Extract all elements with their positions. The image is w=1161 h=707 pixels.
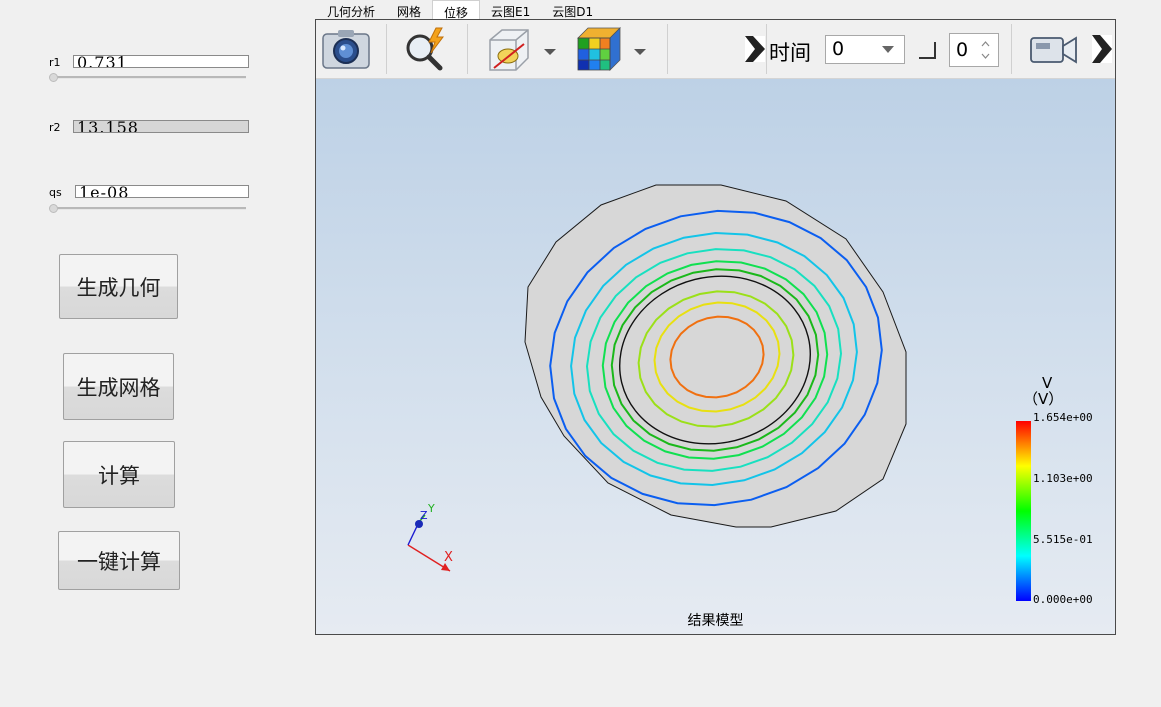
legend-title-unit: （V） [1023,390,1064,408]
viewer-footer-caption: 结果模型 [687,613,744,629]
step-bracket-icon [917,40,937,64]
model-domain [524,184,907,528]
legend-tick-high: 1.103e+00 [1033,472,1093,485]
chevron-down-icon [882,46,894,53]
step-spinbox[interactable]: 0 [949,33,999,67]
time-select-value: 0 [832,38,845,60]
quick-search-icon[interactable] [402,26,450,76]
camera-video-icon[interactable] [1030,34,1078,70]
tab-contour-d1[interactable]: 云图D1 [541,0,604,20]
qs-input[interactable]: 1e-08 [75,185,249,198]
color-legend-bar [1016,421,1031,601]
tab-geometry-analysis[interactable]: 几何分析 [316,0,386,20]
legend-title: V （V） [1023,374,1067,407]
r2-input: 13.158 [73,120,249,133]
qs-slider-track[interactable] [52,207,246,210]
colormap-dropdown-icon[interactable] [633,42,647,61]
tab-contour-e1[interactable]: 云图E1 [480,0,541,20]
qs-slider-handle[interactable] [49,204,58,213]
camera-icon[interactable] [322,28,370,74]
viewer-toolbar: 时间 0 0 [316,20,1115,79]
axis-y-label: Y [427,502,435,515]
step-spinbox-value: 0 [956,39,969,61]
colormap-cube-icon[interactable] [576,26,622,76]
r1-slider-handle[interactable] [49,73,58,82]
render-canvas[interactable]: X Y Z V （V） 1.654e+00 1.103e+00 5.515e-0… [316,79,1115,634]
spin-arrows-icon[interactable] [981,40,990,60]
toolbar-scroll-left-icon[interactable] [745,36,765,66]
time-label: 时间 [769,41,811,65]
legend-title-variable: V [1042,374,1053,392]
r1-input[interactable]: 0.731 [73,55,249,68]
result-tabs: 几何分析 网格 位移 云图E1 云图D1 [316,0,604,21]
tab-displacement[interactable]: 位移 [432,0,481,21]
result-model-render: X Y Z [407,184,907,572]
axis-z-label: Z [420,509,428,522]
axis-triad-icon: X Y Z [407,502,453,572]
compute-button[interactable]: 计算 [63,441,175,508]
tab-mesh[interactable]: 网格 [386,0,432,20]
axis-x-label: X [444,550,453,565]
time-select[interactable]: 0 [825,35,905,64]
toolbar-scroll-right-icon[interactable] [1092,35,1112,67]
result-viewer: 时间 0 0 X Y Z V （V） 1.654e+00 1.103e+00 5… [315,19,1116,635]
clip-view-icon[interactable] [484,26,534,78]
legend-tick-min: 0.000e+00 [1033,593,1093,606]
legend-tick-mid: 5.515e-01 [1033,533,1093,546]
param-label-qs: qs [49,186,62,199]
one-click-compute-button[interactable]: 一键计算 [58,531,180,590]
r1-slider-track[interactable] [52,76,246,79]
legend-tick-max: 1.654e+00 [1033,411,1093,424]
generate-geometry-button[interactable]: 生成几何 [59,254,178,319]
generate-mesh-button[interactable]: 生成网格 [63,353,174,420]
clip-view-dropdown-icon[interactable] [543,42,557,61]
param-label-r1: r1 [49,56,61,69]
param-label-r2: r2 [49,121,61,134]
